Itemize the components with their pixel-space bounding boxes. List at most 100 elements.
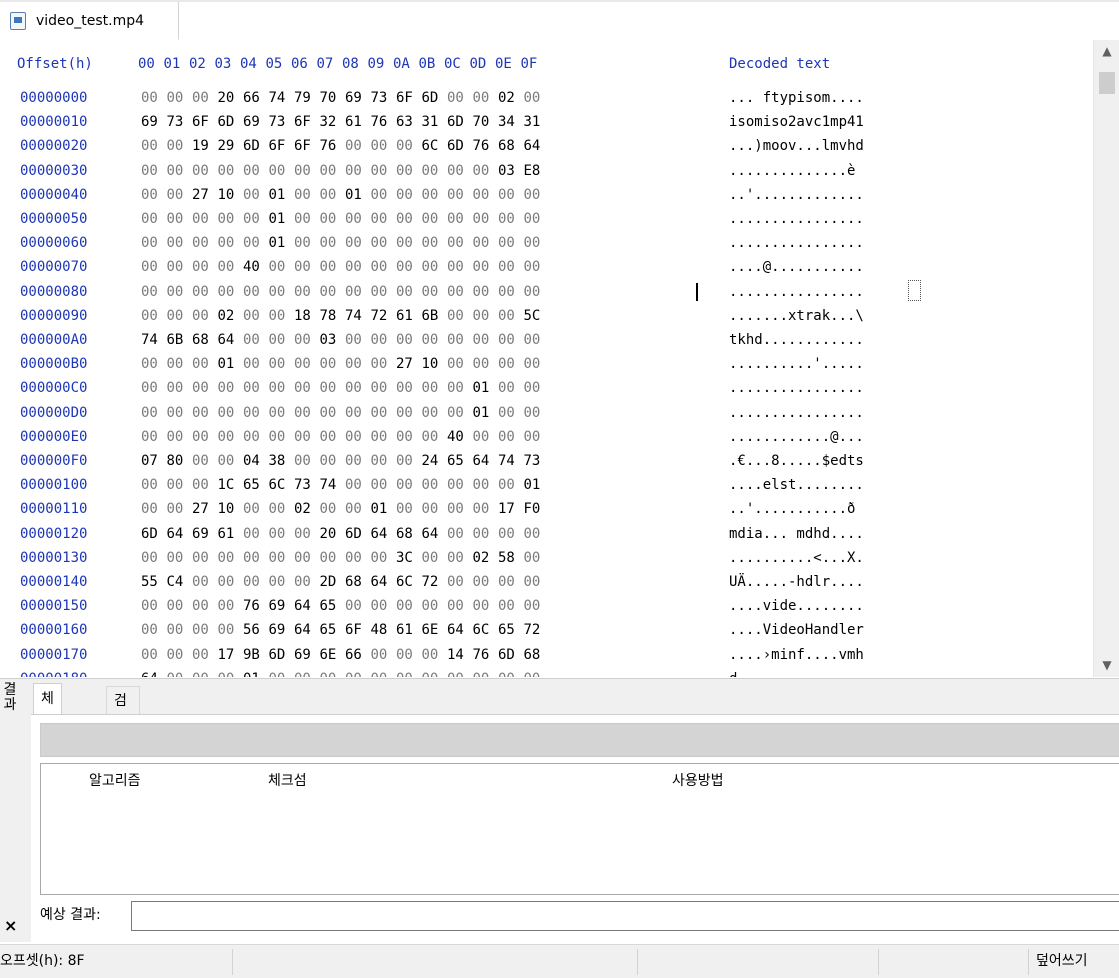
hex-byte[interactable]: 72 [422, 574, 439, 590]
hex-byte[interactable]: 6C [396, 574, 413, 590]
hex-byte[interactable]: 02 [498, 90, 515, 106]
hex-byte[interactable]: 00 [371, 550, 388, 566]
hex-byte[interactable]: 00 [396, 598, 413, 614]
hex-byte[interactable]: 68 [396, 526, 413, 542]
hex-byte[interactable]: 00 [345, 259, 362, 275]
hex-byte[interactable]: 00 [141, 598, 158, 614]
hex-byte[interactable]: 00 [524, 356, 541, 372]
hex-byte[interactable]: 73 [294, 477, 311, 493]
hex-byte[interactable]: 00 [320, 429, 337, 445]
hex-byte[interactable]: 00 [218, 453, 235, 469]
hex-byte[interactable]: 00 [243, 187, 260, 203]
hex-byte[interactable]: 64 [294, 622, 311, 638]
hex-byte[interactable]: 69 [243, 114, 260, 130]
hex-byte[interactable]: 00 [167, 284, 184, 300]
hex-byte[interactable]: 00 [524, 574, 541, 590]
hex-byte[interactable]: 00 [473, 598, 490, 614]
hex-byte[interactable]: 00 [269, 284, 286, 300]
hex-byte[interactable]: 01 [269, 235, 286, 251]
hex-byte[interactable]: 64 [447, 622, 464, 638]
hex-byte[interactable]: 00 [167, 356, 184, 372]
hex-byte[interactable]: 00 [447, 550, 464, 566]
hex-byte[interactable]: 6B [422, 308, 439, 324]
hex-byte[interactable]: 00 [167, 429, 184, 445]
hex-byte[interactable]: 6D [218, 114, 235, 130]
decoded-text[interactable]: ....VideoHandler [729, 622, 864, 638]
hex-byte[interactable]: 00 [345, 477, 362, 493]
hex-byte[interactable]: 00 [269, 671, 286, 677]
hex-byte[interactable]: 00 [218, 550, 235, 566]
hex-byte[interactable]: 00 [473, 501, 490, 517]
hex-byte[interactable]: 00 [371, 477, 388, 493]
hex-byte[interactable]: 65 [243, 477, 260, 493]
scrollbar-thumb[interactable] [1099, 72, 1115, 94]
hex-byte[interactable]: 6B [167, 332, 184, 348]
hex-byte[interactable]: 00 [371, 429, 388, 445]
hex-byte[interactable]: 00 [447, 477, 464, 493]
hex-byte[interactable]: 00 [447, 380, 464, 396]
hex-byte[interactable]: 00 [524, 90, 541, 106]
hex-byte[interactable]: 03 [320, 332, 337, 348]
hex-byte[interactable]: 00 [396, 163, 413, 179]
hex-byte[interactable]: 02 [473, 550, 490, 566]
hex-byte[interactable]: 02 [294, 501, 311, 517]
hex-byte[interactable]: 00 [422, 477, 439, 493]
hex-byte[interactable]: 00 [422, 405, 439, 421]
hex-byte[interactable]: 6D [269, 647, 286, 663]
hex-byte[interactable]: 6C [473, 622, 490, 638]
hex-byte[interactable]: 01 [371, 501, 388, 517]
hex-byte[interactable]: 00 [269, 501, 286, 517]
hex-byte[interactable]: 00 [447, 574, 464, 590]
hex-byte[interactable]: 00 [192, 574, 209, 590]
hex-byte[interactable]: 00 [167, 235, 184, 251]
hex-byte[interactable]: 00 [498, 671, 515, 677]
hex-byte[interactable]: 31 [422, 114, 439, 130]
hex-byte[interactable]: 68 [192, 332, 209, 348]
hex-byte[interactable]: 00 [141, 90, 158, 106]
decoded-text[interactable]: UÄ.....-hdlr.... [729, 574, 864, 590]
hex-byte[interactable]: 61 [345, 114, 362, 130]
hex-byte[interactable]: 00 [396, 647, 413, 663]
hex-byte[interactable]: 6D [498, 647, 515, 663]
hex-byte[interactable]: 00 [320, 405, 337, 421]
hex-byte[interactable]: 34 [498, 114, 515, 130]
hex-byte[interactable]: 00 [320, 187, 337, 203]
hex-byte[interactable]: 65 [320, 598, 337, 614]
hex-byte[interactable]: 00 [524, 187, 541, 203]
decoded-text[interactable]: ............@... [729, 429, 864, 445]
hex-byte[interactable]: 00 [371, 332, 388, 348]
hex-byte[interactable]: 24 [422, 453, 439, 469]
hex-byte[interactable]: 6D [422, 90, 439, 106]
hex-byte[interactable]: 00 [371, 138, 388, 154]
hex-byte[interactable]: 00 [371, 671, 388, 677]
hex-byte[interactable]: 01 [473, 405, 490, 421]
hex-byte[interactable]: 00 [167, 622, 184, 638]
hex-byte[interactable]: 00 [498, 259, 515, 275]
hex-byte[interactable]: 00 [320, 380, 337, 396]
hex-byte[interactable]: 76 [473, 138, 490, 154]
hex-byte[interactable]: 00 [447, 598, 464, 614]
hex-byte[interactable]: 29 [218, 138, 235, 154]
hex-byte[interactable]: 00 [371, 453, 388, 469]
hex-byte[interactable]: 00 [218, 429, 235, 445]
decoded-text[interactable]: ................ [729, 380, 864, 396]
decoded-text[interactable]: ....vide........ [729, 598, 864, 614]
hex-byte[interactable]: 00 [422, 259, 439, 275]
hex-byte[interactable]: 00 [269, 163, 286, 179]
hex-byte[interactable]: 6F [294, 138, 311, 154]
hex-byte[interactable]: 00 [524, 284, 541, 300]
hex-byte[interactable]: 00 [167, 308, 184, 324]
hex-byte[interactable]: 00 [498, 308, 515, 324]
hex-byte[interactable]: 00 [396, 501, 413, 517]
hex-byte[interactable]: 00 [192, 356, 209, 372]
hex-byte[interactable]: 00 [473, 574, 490, 590]
hex-byte[interactable]: C4 [167, 574, 184, 590]
hex-byte[interactable]: 00 [345, 163, 362, 179]
hex-byte[interactable]: 00 [192, 284, 209, 300]
hex-byte[interactable]: 6F [396, 90, 413, 106]
hex-byte[interactable]: 00 [243, 429, 260, 445]
hex-byte[interactable]: 00 [345, 356, 362, 372]
hex-byte[interactable]: 00 [473, 163, 490, 179]
hex-byte[interactable]: 00 [371, 598, 388, 614]
hex-byte[interactable]: 00 [396, 380, 413, 396]
